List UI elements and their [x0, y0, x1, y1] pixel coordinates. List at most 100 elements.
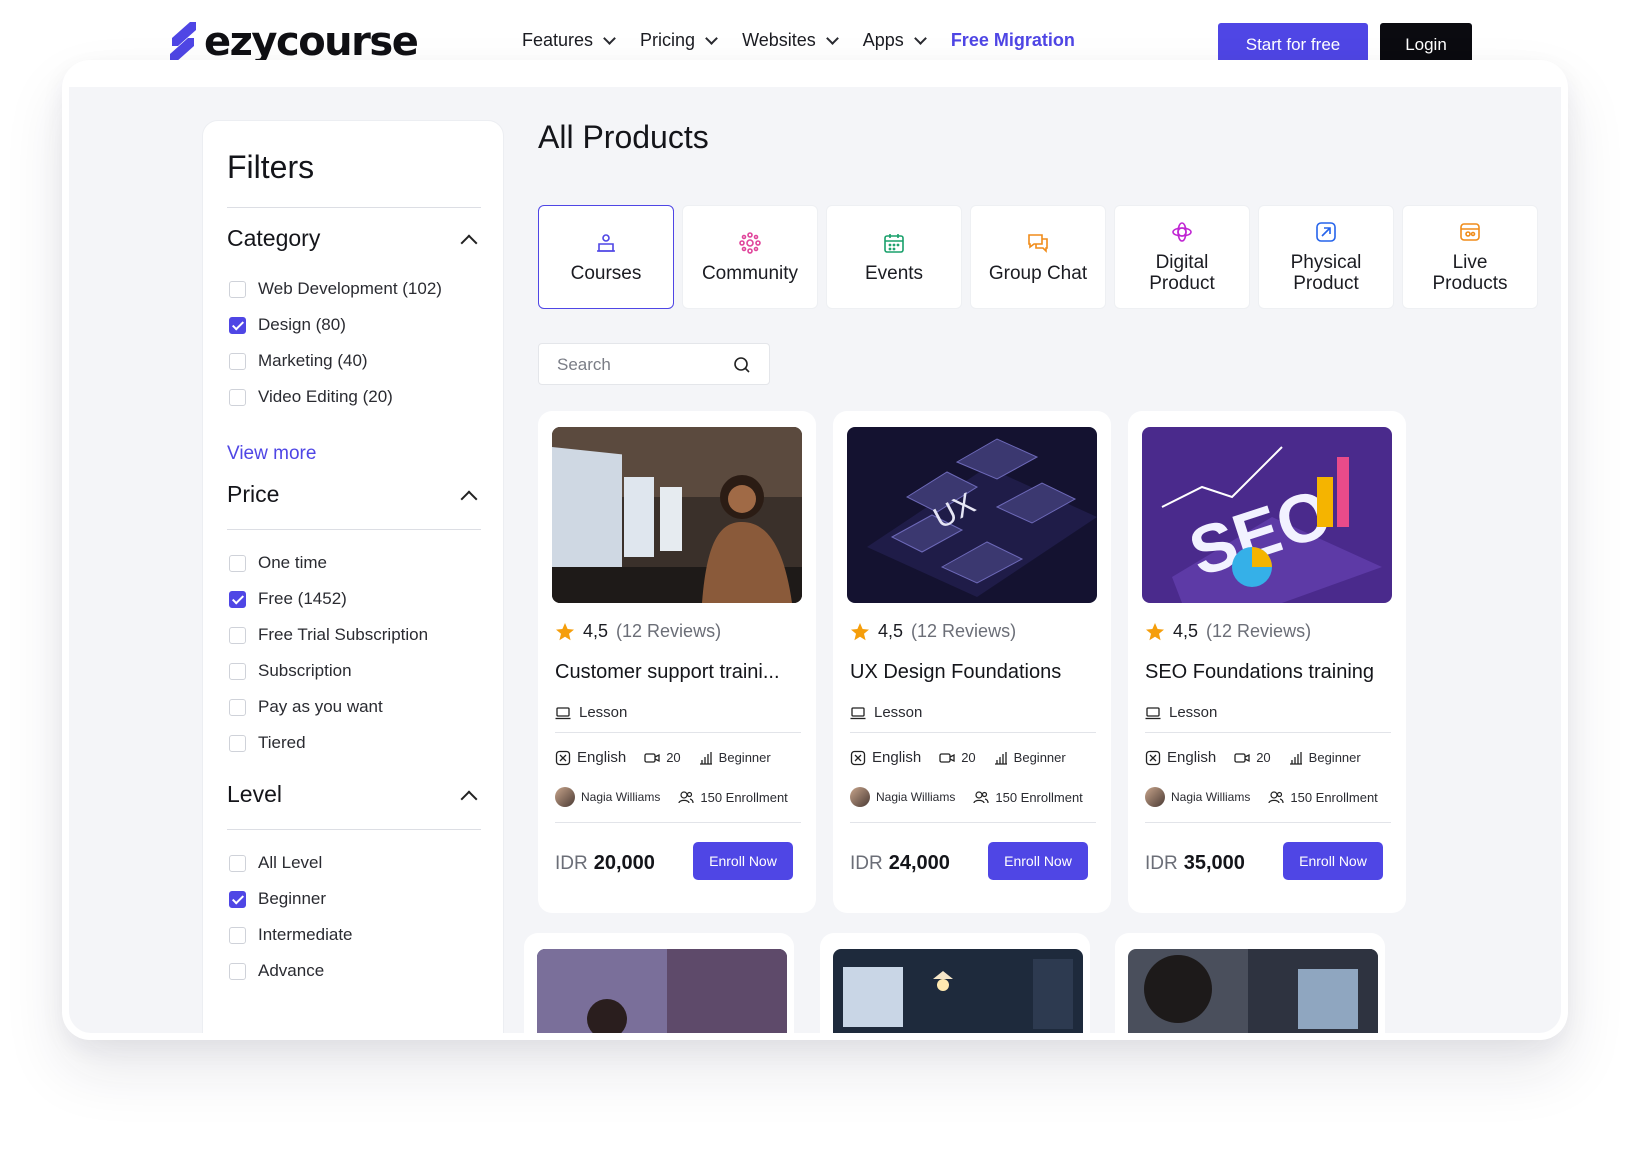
level-header[interactable]: Level: [227, 781, 481, 808]
nav-apps[interactable]: Apps: [863, 30, 927, 51]
chevron-down-icon: [825, 31, 839, 45]
enroll-now-button[interactable]: Enroll Now: [1283, 842, 1383, 880]
price-value: 20,000: [593, 852, 655, 874]
filter-option[interactable]: Video Editing (20): [229, 387, 393, 407]
course-title[interactable]: UX Design Foundations: [850, 661, 1061, 684]
tab-community[interactable]: Community: [682, 205, 818, 309]
filter-option[interactable]: Advance: [229, 961, 324, 981]
tab-digital-product[interactable]: Digital Product: [1114, 205, 1250, 309]
filter-option[interactable]: One time: [229, 553, 327, 573]
course-thumbnail[interactable]: [1128, 949, 1378, 1033]
enrollment-count: 150 Enrollment: [1290, 789, 1378, 805]
filter-option[interactable]: Intermediate: [229, 925, 353, 945]
checkbox[interactable]: [229, 926, 246, 944]
language-icon: [555, 750, 571, 765]
enroll-now-button[interactable]: Enroll Now: [988, 842, 1088, 880]
checkbox[interactable]: [229, 388, 246, 406]
video-icon: [644, 752, 660, 763]
course-type: Lesson: [1145, 704, 1217, 721]
nav-features-label: Features: [522, 30, 594, 50]
tab-physical-product[interactable]: Physical Product: [1258, 205, 1394, 309]
price: IDR 35,000: [1145, 852, 1245, 875]
checkbox[interactable]: [229, 962, 246, 980]
search-field[interactable]: Search: [538, 343, 770, 385]
chevron-down-icon: [913, 31, 927, 45]
enroll-now-button[interactable]: Enroll Now: [693, 842, 793, 880]
tab-events[interactable]: Events: [826, 205, 962, 309]
course-author: Nagia Williams 150 Enrollment: [850, 787, 1083, 807]
language-icon: [1145, 750, 1161, 765]
course-thumbnail[interactable]: SEO: [1142, 427, 1392, 603]
tab-group-chat[interactable]: Group Chat: [970, 205, 1106, 309]
course-thumbnail[interactable]: UX: [847, 427, 1097, 603]
course-title[interactable]: SEO Foundations training: [1145, 661, 1374, 684]
checkbox-checked[interactable]: [229, 890, 246, 908]
course-thumbnail[interactable]: [833, 949, 1083, 1033]
checkbox[interactable]: [229, 626, 246, 644]
chevron-up-icon[interactable]: [460, 490, 478, 507]
laptop-icon: [1145, 706, 1161, 719]
nav-free-migration[interactable]: Free Migration: [951, 30, 1075, 51]
product-card[interactable]: SEO 4,5 (12 Reviews) SEO Foundations tra…: [1128, 411, 1406, 913]
app-canvas: Filters Category Web Development (102) D…: [69, 87, 1561, 1033]
author-name: Nagia Williams: [876, 790, 956, 804]
filter-option-label: Advance: [258, 961, 325, 980]
filter-option[interactable]: Design (80): [229, 315, 346, 335]
chevron-up-icon[interactable]: [460, 790, 478, 807]
tab-label: Community: [701, 262, 799, 284]
filter-option[interactable]: Subscription: [229, 661, 352, 681]
price-value: 35,000: [1183, 852, 1245, 874]
category-header[interactable]: Category: [227, 225, 481, 252]
nav-websites[interactable]: Websites: [742, 30, 839, 51]
checkbox[interactable]: [229, 662, 246, 680]
divider: [850, 822, 1096, 823]
course-type: Lesson: [555, 704, 627, 721]
product-card[interactable]: [1115, 933, 1385, 1033]
filter-option[interactable]: All Level: [229, 853, 322, 873]
tab-live-products[interactable]: Live Products: [1402, 205, 1538, 309]
course-thumbnail[interactable]: [537, 949, 787, 1033]
checkbox[interactable]: [229, 854, 246, 872]
tab-label: Group Chat: [988, 262, 1088, 284]
filter-option[interactable]: Pay as you want: [229, 697, 383, 717]
product-card[interactable]: UX 4,5 (12 Reviews) UX Design Foundation…: [833, 411, 1111, 913]
checkbox[interactable]: [229, 352, 246, 370]
product-card[interactable]: 4,5 (12 Reviews) Customer support traini…: [538, 411, 816, 913]
filter-option[interactable]: Tiered: [229, 733, 306, 753]
filter-option[interactable]: Free Trial Subscription: [229, 625, 428, 645]
search-input[interactable]: Search: [557, 355, 611, 375]
logo[interactable]: ezycourse: [168, 20, 419, 64]
chevron-down-icon: [603, 31, 616, 45]
tab-courses[interactable]: Courses: [538, 205, 674, 309]
nav-menu: Features Pricing Websites Apps Free Migr…: [522, 30, 1075, 51]
checkbox[interactable]: [229, 280, 246, 298]
tab-label: Digital Product: [1149, 252, 1215, 294]
checkbox[interactable]: [229, 698, 246, 716]
checkbox[interactable]: [229, 554, 246, 572]
nav-pricing[interactable]: Pricing: [640, 30, 718, 51]
filter-option[interactable]: Beginner: [229, 889, 326, 909]
checkbox-checked[interactable]: [229, 316, 246, 334]
chevron-up-icon[interactable]: [460, 234, 478, 251]
tab-label: Events: [864, 262, 924, 284]
filter-option-label: One time: [258, 553, 327, 572]
view-more-link[interactable]: View more: [227, 443, 316, 465]
divider: [555, 822, 801, 823]
video-count: 20: [666, 750, 681, 765]
search-icon[interactable]: [733, 356, 751, 374]
divider: [227, 207, 481, 208]
checkbox[interactable]: [229, 734, 246, 752]
product-card[interactable]: [524, 933, 794, 1033]
filter-option[interactable]: Marketing (40): [229, 351, 368, 371]
course-title[interactable]: Customer support traini...: [555, 661, 780, 684]
nav-features[interactable]: Features: [522, 30, 616, 51]
live-icon: [1460, 223, 1480, 241]
filter-option[interactable]: Free (1452): [229, 589, 347, 609]
course-thumbnail[interactable]: [552, 427, 802, 603]
filter-option[interactable]: Web Development (102): [229, 279, 442, 299]
product-card[interactable]: [820, 933, 1090, 1033]
course-type: Lesson: [850, 704, 922, 721]
filter-option-label: Free (1452): [258, 589, 347, 608]
checkbox-checked[interactable]: [229, 590, 246, 608]
price-header[interactable]: Price: [227, 481, 481, 508]
